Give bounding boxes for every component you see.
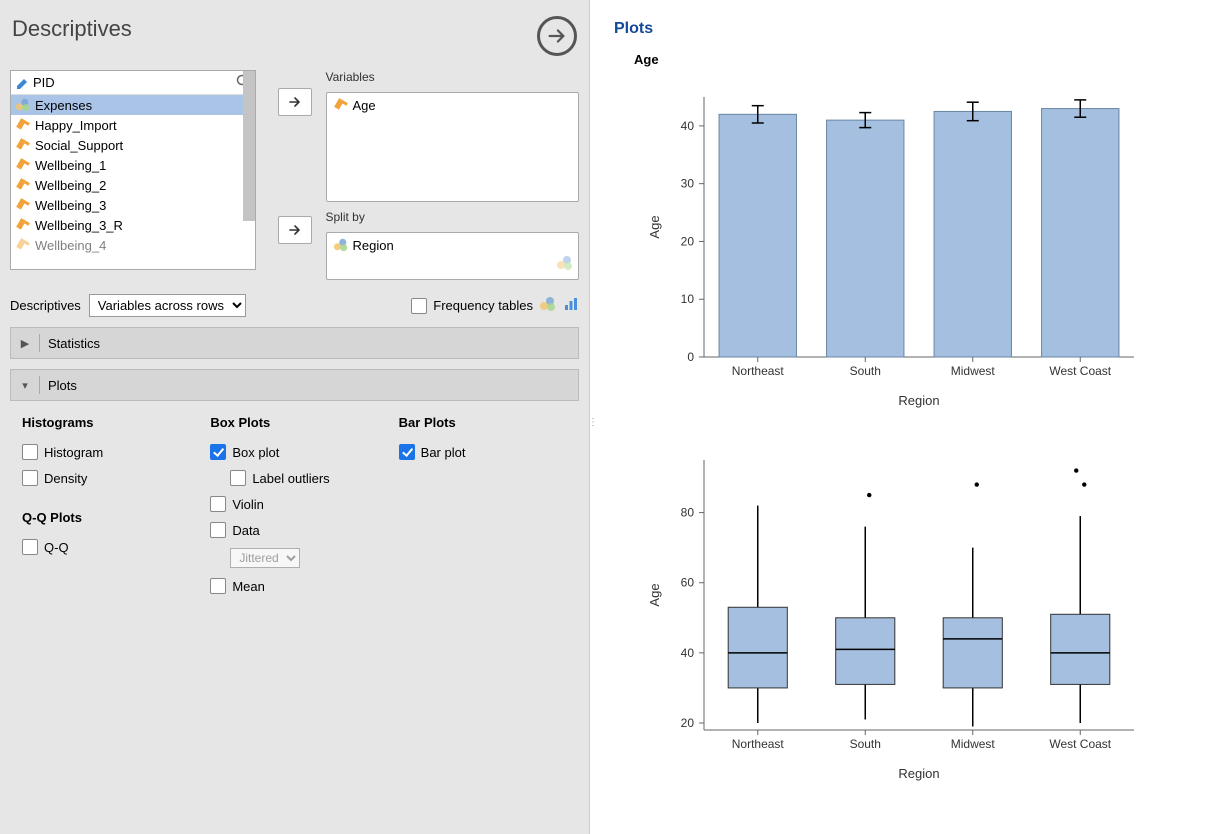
svg-text:South: South [850,737,881,751]
frequency-tables-label: Frequency tables [433,298,533,313]
statistics-section-header[interactable]: ▶ Statistics [10,327,579,359]
results-subtitle: Age [634,52,1197,67]
available-variable-item[interactable]: Wellbeing_4 [11,235,255,255]
density-checkbox[interactable] [22,470,38,486]
split-dropbox[interactable]: Region [326,232,580,280]
svg-text:Northeast: Northeast [732,364,785,378]
barplots-heading: Bar Plots [399,415,567,430]
barplot-checkbox[interactable] [399,444,415,460]
frequency-tables-checkbox[interactable] [411,298,427,314]
available-variable-item[interactable]: Wellbeing_1 [11,155,255,175]
mean-checkbox[interactable] [210,578,226,594]
boxplot-checkbox[interactable] [210,444,226,460]
variable-filter-input[interactable] [31,73,235,92]
svg-text:Age: Age [647,215,662,238]
svg-text:20: 20 [681,234,695,248]
splitter-handle[interactable] [590,0,594,834]
available-variable-item[interactable]: Wellbeing_3_R [11,215,255,235]
available-variables-box[interactable]: ExpensesHappy_ImportSocial_SupportWellbe… [10,70,256,270]
histogram-checkbox[interactable] [22,444,38,460]
svg-text:0: 0 [687,350,694,364]
available-variable-item[interactable]: Wellbeing_3 [11,195,255,215]
svg-text:10: 10 [681,292,695,306]
svg-text:South: South [850,364,881,378]
arrow-right-icon [546,25,568,47]
arrow-right-icon [288,223,302,237]
assign-to-variables-button[interactable] [278,88,312,116]
histograms-heading: Histograms [22,415,190,430]
svg-text:80: 80 [681,506,695,520]
nominal-icon [556,254,574,275]
variables-box-label: Variables [326,70,580,84]
ordinal-icon [563,296,579,315]
plots-section-title: Plots [48,378,77,393]
svg-text:30: 30 [681,177,695,191]
boxplot-label: Box plot [232,445,279,460]
svg-text:Midwest: Midwest [951,737,996,751]
variables-dropbox[interactable]: Age [326,92,580,202]
violin-checkbox[interactable] [210,496,226,512]
svg-text:60: 60 [681,576,695,590]
arrow-right-icon [288,95,302,109]
assign-to-split-button[interactable] [278,216,312,244]
split-box-label: Split by [326,210,580,224]
svg-text:West Coast: West Coast [1049,364,1111,378]
qq-checkbox[interactable] [22,539,38,555]
bar-chart: 0 10 20 30 40 Northeast South Midwest West Coast… [634,77,1197,420]
results-title: Plots [614,20,1197,38]
split-variable-item[interactable]: Region [329,235,577,255]
svg-text:Midwest: Midwest [951,364,996,378]
box-chart: 20 40 60 80 Northeast South Midwest West Coast R… [634,450,1197,793]
qq-label: Q-Q [44,540,69,555]
svg-text:40: 40 [681,646,695,660]
svg-text:40: 40 [681,119,695,133]
available-variable-item[interactable]: Wellbeing_2 [11,175,255,195]
descriptives-label: Descriptives [10,298,81,313]
boxplots-heading: Box Plots [210,415,378,430]
svg-text:West Coast: West Coast [1049,737,1111,751]
svg-text:Region: Region [898,393,939,408]
label-outliers-checkbox[interactable] [230,470,246,486]
nominal-icon [539,295,557,316]
histogram-label: Histogram [44,445,103,460]
mean-label: Mean [232,579,265,594]
statistics-section-title: Statistics [48,336,100,351]
svg-text:Northeast: Northeast [732,737,785,751]
svg-text:Age: Age [647,583,662,606]
run-button[interactable] [537,16,577,56]
chevron-right-icon: ▶ [19,337,31,350]
violin-label: Violin [232,497,264,512]
available-variable-item[interactable]: Social_Support [11,135,255,155]
qq-heading: Q-Q Plots [22,510,190,525]
data-label: Data [232,523,259,538]
svg-text:20: 20 [681,716,695,730]
assigned-variable-item[interactable]: Age [329,95,577,115]
density-label: Density [44,471,87,486]
available-variable-item[interactable]: Happy_Import [11,115,255,135]
data-mode-select[interactable]: Jittered [230,548,300,568]
available-variable-item[interactable]: Expenses [11,95,255,115]
pencil-icon [15,75,31,91]
label-outliers-label: Label outliers [252,471,329,486]
data-checkbox[interactable] [210,522,226,538]
plots-section-header[interactable]: ▾ Plots [10,369,579,401]
scrollbar-thumb[interactable] [243,71,255,221]
chevron-down-icon: ▾ [19,379,31,392]
svg-text:Region: Region [898,766,939,781]
descriptives-mode-select[interactable]: Variables across rows [89,294,246,317]
barplot-label: Bar plot [421,445,466,460]
panel-title: Descriptives [12,16,132,42]
